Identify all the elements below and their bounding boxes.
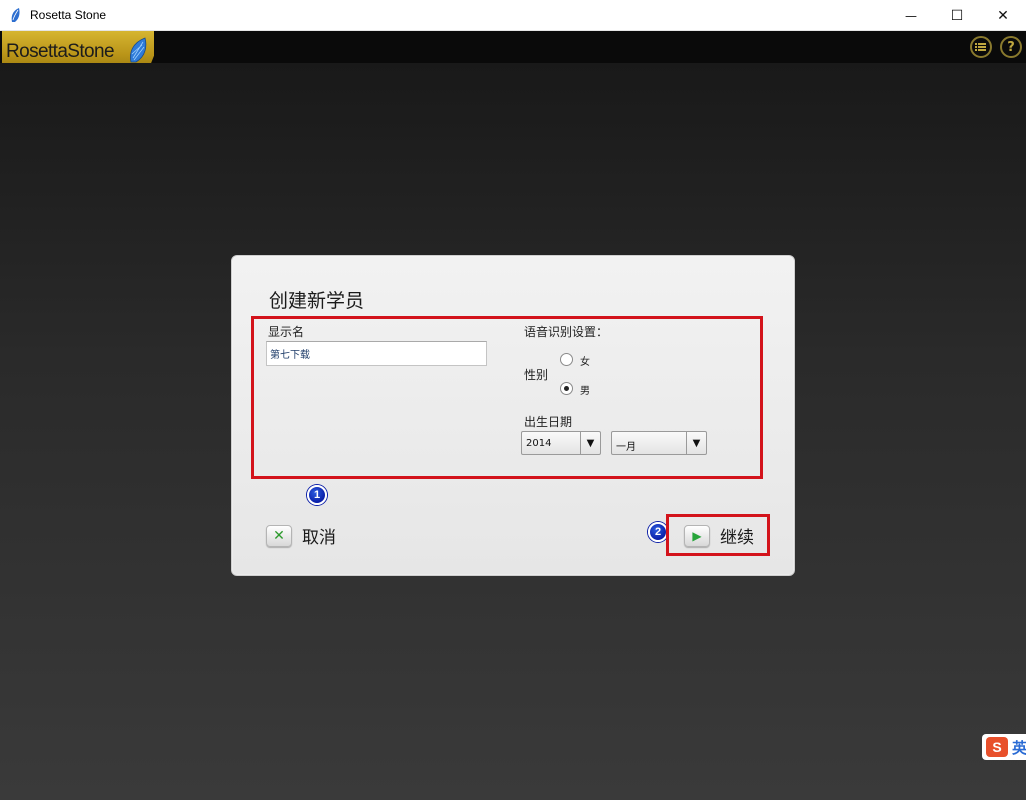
logo-text: RosettaStone	[6, 41, 115, 62]
gender-female-label: 女	[580, 357, 590, 368]
birth-month-value: 一月	[616, 442, 636, 453]
sogou-ime-icon: S	[986, 737, 1008, 757]
create-learner-dialog: 创建新学员 显示名 语音识别设置： 性别 女 男 出生日期 2014 ▼ 一月 …	[231, 255, 795, 576]
cancel-button[interactable]: ✕ 取消	[266, 523, 336, 548]
display-name-label: 显示名	[268, 325, 305, 339]
ime-mode-label: 英	[1012, 739, 1026, 757]
dialog-title: 创建新学员	[269, 290, 365, 312]
help-icon: ?	[1007, 39, 1015, 55]
help-button[interactable]: ?	[1000, 36, 1022, 58]
close-button[interactable]: ✕	[980, 0, 1026, 31]
gender-female-radio[interactable]	[560, 353, 573, 366]
gender-label: 性别	[524, 368, 549, 382]
close-icon: ✕	[997, 7, 1009, 24]
continue-button[interactable]: ▶ 继续	[684, 523, 754, 548]
chevron-down-icon: ▼	[580, 432, 600, 454]
play-arrow-icon: ▶	[684, 524, 710, 547]
continue-label: 继续	[720, 528, 754, 548]
list-menu-icon	[975, 43, 986, 51]
annotation-badge-1: 1	[307, 485, 327, 505]
annotation-badge-2: 2	[648, 522, 668, 542]
chevron-down-icon: ▼	[686, 432, 706, 454]
display-name-input[interactable]	[266, 341, 487, 366]
app-header: RosettaStone ?	[0, 31, 1026, 71]
ime-indicator[interactable]: S 英	[982, 734, 1026, 760]
list-menu-button[interactable]	[970, 36, 992, 58]
logo-stone-icon	[130, 37, 147, 63]
maximize-icon: ☐	[950, 7, 964, 24]
gender-male-radio[interactable]	[560, 382, 573, 395]
minimize-icon: —	[905, 8, 917, 23]
maximize-button[interactable]: ☐	[934, 0, 980, 31]
cancel-x-icon: ✕	[266, 524, 292, 547]
minimize-button[interactable]: —	[888, 0, 934, 31]
rosetta-stone-app-icon	[11, 8, 20, 22]
birth-date-label: 出生日期	[524, 415, 573, 429]
window-titlebar: Rosetta Stone — ☐ ✕	[0, 0, 1026, 31]
cancel-label: 取消	[302, 528, 336, 548]
birth-month-select[interactable]: 一月 ▼	[611, 431, 707, 455]
window-title: Rosetta Stone	[30, 8, 107, 22]
gender-male-label: 男	[580, 386, 590, 397]
birth-year-select[interactable]: 2014 ▼	[521, 431, 601, 455]
birth-year-value: 2014	[526, 438, 552, 449]
speech-settings-label: 语音识别设置：	[524, 325, 609, 339]
